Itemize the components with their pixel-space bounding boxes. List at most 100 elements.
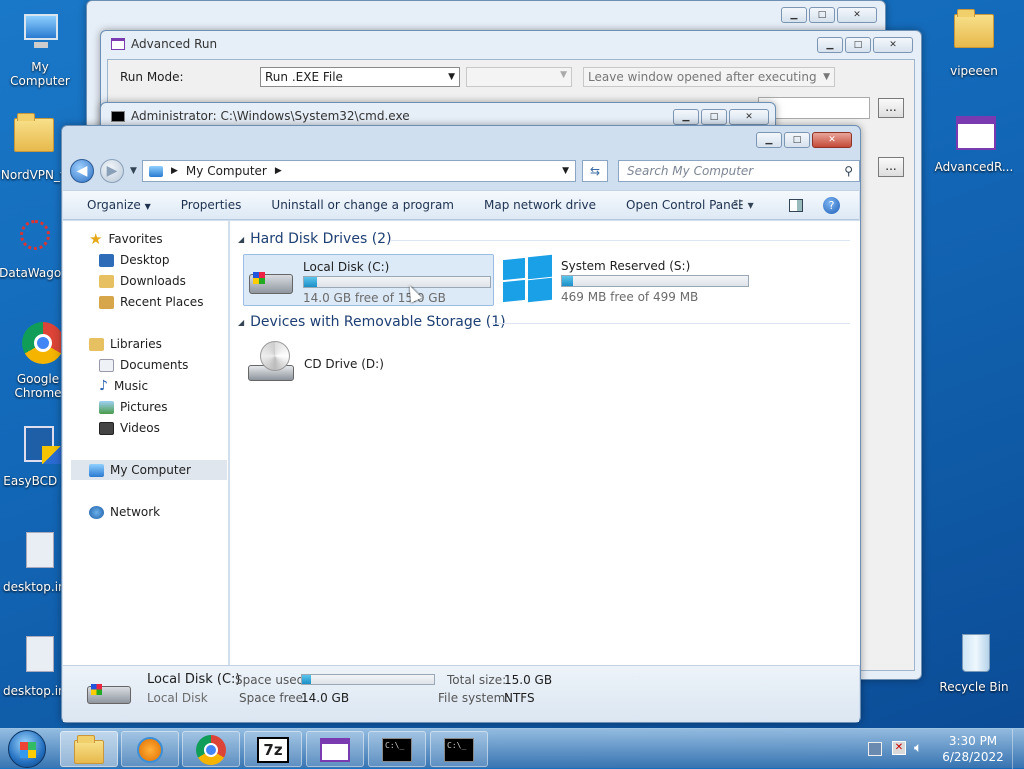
network-icon: [89, 505, 104, 519]
leave-window-select[interactable]: Leave window opened after executing comm…: [583, 67, 835, 87]
drive-system-reserved-s[interactable]: System Reserved (S:) 469 MB free of 499 …: [500, 254, 760, 306]
breadcrumb-item[interactable]: My Computer: [186, 164, 267, 178]
browse-button[interactable]: ...: [878, 157, 904, 177]
taskbar-explorer[interactable]: [60, 731, 118, 767]
taskbar-cmd-2[interactable]: C:\_: [430, 731, 488, 767]
taskbar-media-player[interactable]: [121, 731, 179, 767]
window-title-text: Administrator: C:\Windows\System32\cmd.e…: [131, 109, 410, 123]
desktop-icon-vipeeen[interactable]: vipeeen: [934, 6, 1014, 78]
taskbar-advanced-run[interactable]: [306, 731, 364, 767]
desktop-icon-label: AdvancedR...: [934, 160, 1014, 174]
content-pane: ◢ Hard Disk Drives (2) Local Disk (C:) 1…: [230, 221, 860, 665]
drive-free-space: 14.0 GB free of 15.0 GB: [303, 291, 446, 305]
folder-icon: [950, 9, 998, 62]
taskbar-cmd-1[interactable]: C:\_: [368, 731, 426, 767]
desktop-icon-label: My Computer: [10, 60, 70, 88]
collapse-icon[interactable]: ◢: [238, 318, 244, 327]
breadcrumb[interactable]: ▶ My Computer ▶ ▼: [142, 160, 576, 182]
chevron-right-icon: ▶: [274, 166, 282, 176]
desktop-icon-label: Recycle Bin: [939, 680, 1009, 694]
show-desktop-button[interactable]: [1012, 729, 1024, 769]
organize-button[interactable]: Organize ▼: [63, 198, 166, 212]
collapse-icon[interactable]: ◢: [238, 235, 244, 244]
computer-icon: [149, 165, 163, 177]
nav-pictures[interactable]: Pictures: [99, 397, 168, 417]
uninstall-program-button[interactable]: Uninstall or change a program: [256, 198, 469, 212]
view-options-icon[interactable]: ☷ ▾: [733, 198, 754, 212]
7zip-icon: 7z: [257, 737, 289, 763]
nav-music[interactable]: ♪ Music: [99, 376, 148, 396]
forward-button[interactable]: ▶: [100, 159, 124, 183]
help-icon[interactable]: ?: [823, 197, 840, 214]
clock[interactable]: 3:30 PM 6/28/2022: [938, 733, 1008, 765]
nav-documents[interactable]: Documents: [99, 355, 188, 375]
drive-name: CD Drive (D:): [304, 357, 384, 371]
map-network-drive-button[interactable]: Map network drive: [469, 198, 611, 212]
action-center-tray-icon[interactable]: ✕: [892, 741, 906, 755]
nav-downloads[interactable]: Downloads: [99, 271, 186, 291]
leave-window-value: Leave window opened after executing comm…: [588, 70, 816, 84]
videos-icon: [99, 421, 114, 435]
secondary-select[interactable]: ▼: [466, 67, 572, 87]
minimize-button[interactable]: ▁: [817, 37, 843, 53]
nav-favorites[interactable]: ★ Favorites: [89, 229, 163, 249]
desktop-icon-advancedrun[interactable]: AdvancedR...: [934, 110, 1014, 174]
dropdown-arrow-icon: ▼: [448, 72, 455, 82]
close-button[interactable]: ✕: [729, 109, 769, 125]
run-mode-select[interactable]: Run .EXE File ▼: [260, 67, 460, 87]
explorer-window[interactable]: ▁ □ ✕ ◀ ▶ ▼ ▶ My Computer ▶ ▼ ⇆ Search M…: [61, 125, 861, 723]
properties-button[interactable]: Properties: [166, 198, 257, 212]
taskbar-7zip[interactable]: 7z: [244, 731, 302, 767]
window-controls: ▁ □ ✕: [756, 132, 852, 148]
clock-time: 3:30 PM: [948, 734, 998, 748]
chevron-down-icon[interactable]: ▼: [562, 166, 569, 176]
maximize-button[interactable]: □: [784, 132, 810, 148]
search-icon[interactable]: ⚲: [844, 161, 853, 181]
history-dropdown-icon[interactable]: ▼: [130, 166, 137, 176]
browse-button[interactable]: ...: [878, 98, 904, 118]
nav-libraries[interactable]: Libraries: [89, 334, 162, 354]
group-header-removable[interactable]: ◢ Devices with Removable Storage (1): [238, 314, 506, 330]
group-divider: [492, 323, 850, 324]
nav-recent-places[interactable]: Recent Places: [99, 292, 203, 312]
network-tray-icon[interactable]: [868, 742, 882, 756]
details-usage-bar: [301, 674, 435, 685]
window-controls: ▁ □ ✕: [817, 37, 913, 53]
preview-pane-icon[interactable]: [789, 199, 803, 212]
refresh-button[interactable]: ⇆: [582, 160, 608, 182]
maximize-button[interactable]: □: [701, 109, 727, 125]
taskbar-chrome[interactable]: [182, 731, 240, 767]
nav-network[interactable]: Network: [89, 502, 160, 522]
maximize-button[interactable]: □: [809, 7, 835, 23]
volume-tray-icon[interactable]: 🔈︎: [914, 740, 922, 756]
maximize-button[interactable]: □: [845, 37, 871, 53]
hard-drive-icon: [87, 678, 133, 708]
nav-label: Pictures: [120, 400, 168, 414]
drive-local-disk-c[interactable]: Local Disk (C:) 14.0 GB free of 15.0 GB: [243, 254, 494, 306]
nav-desktop[interactable]: Desktop: [99, 250, 170, 270]
start-button[interactable]: [8, 730, 46, 768]
nav-my-computer[interactable]: My Computer: [71, 460, 227, 480]
drive-usage-bar: [303, 276, 491, 288]
desktop-icon-recycle-bin[interactable]: Recycle Bin: [934, 630, 1014, 694]
nav-videos[interactable]: Videos: [99, 418, 160, 438]
dropdown-arrow-icon: ▼: [560, 70, 567, 80]
window-title: Administrator: C:\Windows\System32\cmd.e…: [111, 109, 410, 123]
search-input[interactable]: Search My Computer ⚲: [618, 160, 860, 182]
desktop-icon-label: vipeeen: [950, 64, 998, 78]
nav-label: Downloads: [120, 274, 186, 288]
minimize-button[interactable]: ▁: [673, 109, 699, 125]
minimize-button[interactable]: ▁: [756, 132, 782, 148]
drive-cd-d[interactable]: CD Drive (D:): [246, 339, 446, 389]
close-button[interactable]: ✕: [837, 7, 877, 23]
back-button[interactable]: ◀: [70, 159, 94, 183]
minimize-button[interactable]: ▁: [781, 7, 807, 23]
space-free-value: 14.0 GB: [301, 691, 350, 705]
desktop-icon-my-computer[interactable]: My Computer: [0, 10, 80, 88]
group-header-hdd[interactable]: ◢ Hard Disk Drives (2): [238, 231, 392, 247]
close-button[interactable]: ✕: [873, 37, 913, 53]
drive-usage-fill: [304, 277, 318, 287]
downloads-icon: [99, 274, 114, 288]
address-bar: ◀ ▶ ▼ ▶ My Computer ▶ ▼ ⇆ Search My Comp…: [70, 158, 860, 184]
close-button[interactable]: ✕: [812, 132, 852, 148]
